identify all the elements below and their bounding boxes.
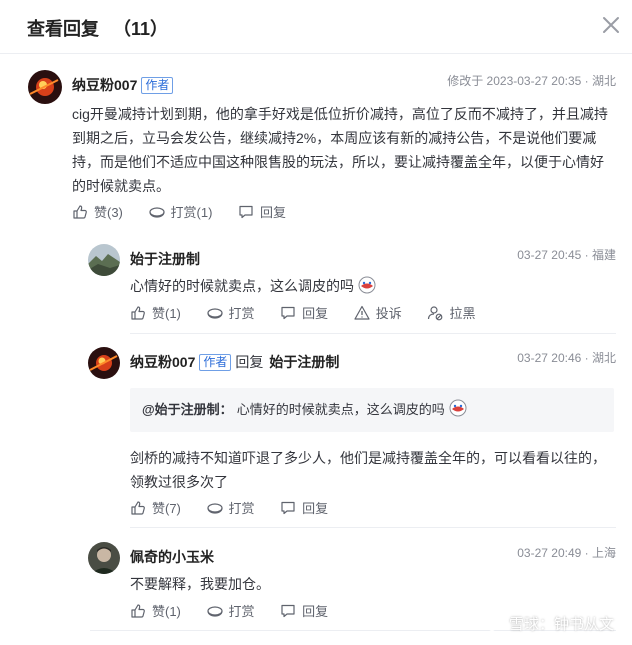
reply-target[interactable]: 始于注册制 bbox=[269, 354, 339, 370]
author-name[interactable]: 佩奇的小玉米 bbox=[130, 549, 214, 565]
dialog-title-text: 查看回复 bbox=[27, 19, 99, 39]
avatar[interactable] bbox=[88, 244, 120, 276]
dialog-header: 查看回复 （11） bbox=[0, 0, 632, 54]
comment-meta: 03-27 20:46 · 湖北 bbox=[517, 351, 616, 365]
thumb-up-icon bbox=[131, 500, 145, 515]
comment-actions: 赞(3) 打赏(1) 回复 bbox=[72, 202, 308, 222]
snowball-logo-icon bbox=[481, 615, 503, 631]
comment-time: 修改于 2023-03-27 20:35 bbox=[447, 74, 582, 88]
avatar[interactable] bbox=[88, 347, 120, 379]
comment-time: 03-27 20:46 bbox=[517, 351, 582, 365]
like-label: 赞(3) bbox=[94, 205, 123, 220]
like-button[interactable]: 赞(1) bbox=[130, 601, 181, 620]
cheeky-emoji-icon bbox=[358, 276, 376, 294]
quoted-reply: @始于注册制： 心情好的时候就卖点，这么调皮的吗 bbox=[130, 388, 614, 432]
comment-text: 剑桥的减持不知道吓退了多少人，他们是减持覆盖全年的，可以看看以往的，领教过很多次… bbox=[130, 450, 606, 490]
comment-location: 福建 bbox=[591, 248, 616, 262]
comment-time: 03-27 20:45 bbox=[517, 248, 582, 262]
comment-text-content: 心情好的时候就卖点，这么调皮的吗 bbox=[130, 278, 354, 294]
reward-label: 打赏(1) bbox=[170, 205, 213, 220]
reward-button[interactable]: 打赏 bbox=[206, 498, 255, 517]
reply-label: 回复 bbox=[302, 604, 329, 619]
watermark: 雪球：钟书从文 bbox=[480, 612, 614, 634]
reward-button[interactable]: 打赏 bbox=[206, 303, 255, 322]
comment-icon bbox=[239, 205, 253, 218]
divider bbox=[130, 333, 616, 334]
like-button[interactable]: 赞(1) bbox=[130, 303, 181, 322]
comment-icon bbox=[281, 604, 295, 617]
reward-button[interactable]: 打赏(1) bbox=[148, 202, 213, 221]
reply-button[interactable]: 回复 bbox=[280, 601, 328, 620]
reply-button[interactable]: 回复 bbox=[280, 303, 328, 322]
comment-text: 不要解释，我要加仓。 bbox=[130, 576, 270, 592]
reply-button[interactable]: 回复 bbox=[238, 202, 286, 221]
comment-actions: 赞(1) 打赏 回复 投诉 拉黑 bbox=[130, 303, 497, 323]
comment-location: 湖北 bbox=[591, 351, 616, 365]
reward-icon bbox=[148, 206, 165, 218]
reward-button[interactable]: 打赏 bbox=[206, 601, 255, 620]
reward-icon bbox=[206, 502, 223, 514]
divider bbox=[130, 527, 616, 528]
comment-author[interactable]: 纳豆粉007 作者 回复 始于注册制 bbox=[130, 352, 339, 372]
reward-label: 打赏 bbox=[228, 501, 255, 516]
like-button[interactable]: 赞(3) bbox=[72, 202, 123, 221]
block-label: 拉黑 bbox=[449, 306, 476, 321]
comment-actions: 赞(7) 打赏 回复 bbox=[130, 498, 350, 518]
comment-icon bbox=[281, 306, 295, 319]
reply-word: 回复 bbox=[235, 354, 264, 370]
thumb-up-icon bbox=[131, 603, 145, 618]
avatar[interactable] bbox=[28, 70, 62, 104]
comment-text: 心情好的时候就卖点，这么调皮的吗 bbox=[130, 274, 610, 298]
reply-label: 回复 bbox=[302, 306, 329, 321]
block-button[interactable]: 拉黑 bbox=[427, 303, 475, 322]
close-icon[interactable] bbox=[600, 14, 622, 36]
thumb-up-icon bbox=[131, 305, 145, 320]
author-name[interactable]: 始于注册制 bbox=[130, 251, 200, 267]
quoted-author[interactable]: @始于注册制： bbox=[142, 402, 233, 417]
comment-location: 上海 bbox=[591, 546, 616, 560]
like-button[interactable]: 赞(7) bbox=[130, 498, 181, 517]
like-label: 赞(1) bbox=[152, 604, 181, 619]
cheeky-emoji-icon bbox=[449, 399, 467, 417]
block-user-icon bbox=[428, 305, 443, 320]
reward-label: 打赏 bbox=[228, 604, 255, 619]
comment-time: 03-27 20:49 bbox=[517, 546, 582, 560]
reply-button[interactable]: 回复 bbox=[280, 498, 328, 517]
comment-icon bbox=[281, 501, 295, 514]
reply-count: （11） bbox=[113, 19, 169, 39]
warning-icon bbox=[354, 305, 370, 320]
report-button[interactable]: 投诉 bbox=[354, 303, 402, 322]
dialog-title: 查看回复 （11） bbox=[27, 15, 168, 41]
comment-meta: 03-27 20:49 · 上海 bbox=[517, 546, 616, 560]
author-badge: 作者 bbox=[141, 77, 174, 94]
author-name[interactable]: 纳豆粉007 bbox=[72, 77, 137, 93]
comment-actions: 赞(1) 打赏 回复 bbox=[130, 601, 350, 621]
comment-author[interactable]: 纳豆粉007 作者 bbox=[72, 75, 174, 95]
comment-author[interactable]: 佩奇的小玉米 bbox=[130, 547, 214, 567]
report-label: 投诉 bbox=[375, 306, 402, 321]
comment-text: cig开曼减持计划到期，他的拿手好戏是低位折价减持，高位了反而不减持了，并且减持… bbox=[72, 106, 608, 194]
like-label: 赞(1) bbox=[152, 306, 181, 321]
comment-meta: 03-27 20:45 · 福建 bbox=[517, 248, 616, 262]
comment-meta: 修改于 2023-03-27 20:35 · 湖北 bbox=[447, 74, 616, 88]
quoted-text: 心情好的时候就卖点，这么调皮的吗 bbox=[236, 402, 445, 417]
reward-label: 打赏 bbox=[228, 306, 255, 321]
author-badge: 作者 bbox=[199, 354, 232, 371]
thumb-up-icon bbox=[73, 204, 87, 219]
comment-location: 湖北 bbox=[591, 74, 616, 88]
like-label: 赞(7) bbox=[152, 501, 181, 516]
watermark-text: 雪球：钟书从文 bbox=[508, 615, 614, 633]
reward-icon bbox=[206, 307, 223, 319]
author-name[interactable]: 纳豆粉007 bbox=[130, 354, 195, 370]
reply-label: 回复 bbox=[302, 501, 329, 516]
reward-icon bbox=[206, 605, 223, 617]
avatar[interactable] bbox=[88, 542, 120, 574]
reply-label: 回复 bbox=[260, 205, 287, 220]
comment-author[interactable]: 始于注册制 bbox=[130, 249, 200, 269]
